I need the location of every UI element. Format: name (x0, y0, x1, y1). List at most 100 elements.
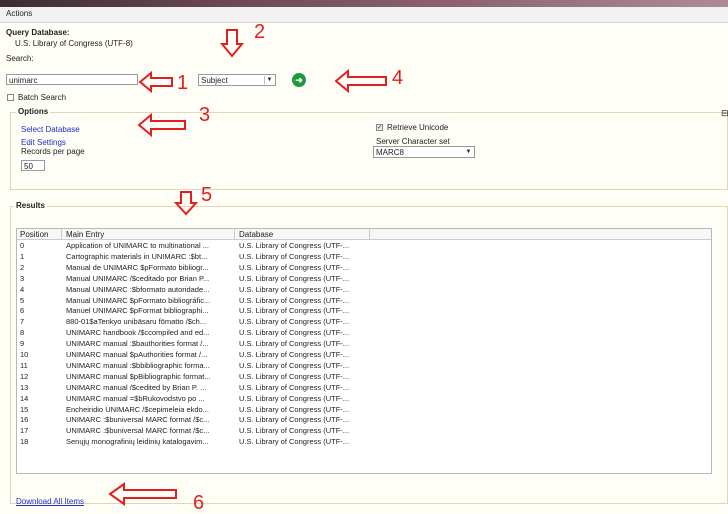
table-row[interactable]: 12 UNIMARC manual $pBibliographic format.… (17, 372, 711, 382)
table-row[interactable]: 7 880-01$aTenkyo unibāsaru fōmatto /$ch..… (17, 317, 711, 327)
cell-database: U.S. Library of Congress (UTF-... (239, 393, 350, 403)
cell-database: U.S. Library of Congress (UTF-... (239, 295, 350, 305)
search-field-select[interactable]: Subject ▼ (198, 74, 276, 86)
records-per-page-label: Records per page (21, 147, 85, 156)
cell-database: U.S. Library of Congress (UTF-... (239, 415, 350, 425)
cell-main-entry: Application of UNIMARC to multinational … (66, 241, 209, 250)
table-row[interactable]: 5 Manual UNIMARC $pFormato bibliográfic..… (17, 296, 711, 306)
cell-position: 14 (20, 393, 29, 403)
cell-database: U.S. Library of Congress (UTF-... (239, 339, 350, 349)
results-table: Position Main Entry Database 0 Applicatio… (16, 228, 712, 474)
batch-search-label: Batch Search (18, 93, 67, 102)
table-row[interactable]: 1 Cartographic materials in UNIMARC :$bt.… (17, 252, 711, 262)
retrieve-unicode-checkbox[interactable]: ✓ (376, 124, 383, 131)
cell-main-entry: Manual de UNIMARC $pFormato bibliogr... (66, 262, 209, 272)
cell-position: 3 (20, 273, 25, 283)
cell-position: 1 (20, 251, 25, 261)
column-divider[interactable] (61, 229, 62, 239)
column-main-entry[interactable]: Main Entry (66, 230, 104, 239)
table-row[interactable]: 0 Application of UNIMARC to multinational… (17, 241, 711, 251)
annotation-number-3: 3 (199, 104, 211, 126)
collapse-icon[interactable]: ⊟ (721, 108, 728, 119)
table-row[interactable]: 2 Manual de UNIMARC $pFormato bibliogr...… (17, 263, 711, 273)
select-database-link[interactable]: Select Database (21, 125, 80, 134)
annotation-arrow-down-2 (220, 29, 244, 58)
column-database[interactable]: Database (239, 230, 273, 239)
retrieve-unicode-label: Retrieve Unicode (387, 123, 449, 132)
edit-settings-link[interactable]: Edit Settings (21, 138, 66, 147)
table-row[interactable]: 18 Senųjų monografinių leidinių katalogav… (17, 437, 711, 447)
table-row[interactable]: 15 Encheiridio UNIMARC /$cepimeleia ekdo.… (17, 405, 711, 415)
menu-actions[interactable]: Actions (6, 9, 32, 18)
table-row[interactable]: 3 Manual UNIMARC /$ceditado por Brian P..… (17, 274, 711, 284)
batch-search-checkbox[interactable] (7, 94, 14, 101)
cell-position: 5 (20, 295, 25, 305)
cell-main-entry: UNIMARC :$buniversal MARC format /$c... (66, 415, 210, 425)
cell-database: U.S. Library of Congress (UTF-... (239, 437, 350, 447)
table-row[interactable]: 8 UNIMARC handbook /$ccompiled and ed... U… (17, 328, 711, 338)
cell-main-entry: UNIMARC manual :$bauthorities format /..… (66, 339, 209, 349)
cell-main-entry: Senųjų monografinių leidinių katalogavim… (66, 437, 209, 447)
options-fieldset (10, 112, 728, 190)
cell-main-entry: Manual UNIMARC :$bformato autoridade... (66, 284, 210, 294)
cell-database: U.S. Library of Congress (UTF-... (239, 404, 350, 414)
cell-main-entry: UNIMARC manual $pAuthorities format /... (66, 350, 208, 359)
records-per-page-input[interactable]: 50 (21, 160, 45, 171)
cell-database: U.S. Library of Congress (UTF-... (239, 350, 350, 359)
annotation-number-4: 4 (392, 67, 404, 89)
table-row[interactable]: 4 Manual UNIMARC :$bformato autoridade...… (17, 285, 711, 295)
cell-main-entry: UNIMARC :$buniversal MARC format /$c... (66, 426, 210, 436)
cell-position: 15 (20, 404, 29, 414)
results-header: Position Main Entry Database (17, 229, 711, 240)
cell-position: 6 (20, 306, 25, 316)
cell-position: 10 (20, 350, 29, 359)
cell-main-entry: UNIMARC manual :$bbibliographic forma... (66, 360, 210, 370)
column-divider[interactable] (234, 229, 235, 239)
table-row[interactable]: 6 Manuel UNIMARC $pFormat bibliographi...… (17, 306, 711, 316)
cell-position: 2 (20, 262, 25, 272)
cell-position: 9 (20, 339, 25, 349)
cell-position: 12 (20, 371, 29, 381)
search-input[interactable]: unimarc (6, 74, 138, 85)
annotation-number-2: 2 (254, 21, 266, 43)
annotation-arrow-down-5 (174, 191, 198, 216)
cell-main-entry: 880-01$aTenkyo unibāsaru fōmatto /$ch... (66, 317, 207, 327)
table-row[interactable]: 10 UNIMARC manual $pAuthorities format /.… (17, 350, 711, 360)
download-all-link[interactable]: Download All Items (16, 497, 84, 506)
cell-main-entry: Manual UNIMARC /$ceditado por Brian P... (66, 273, 210, 283)
table-row[interactable]: 16 UNIMARC :$buniversal MARC format /$c..… (17, 415, 711, 425)
query-database-value: U.S. Library of Congress (UTF-8) (15, 39, 133, 48)
charset-value: MARC8 (376, 148, 405, 157)
menu-bar: Actions (0, 7, 728, 23)
chevron-down-icon[interactable]: ▼ (264, 76, 274, 84)
table-row[interactable]: 11 UNIMARC manual :$bbibliographic forma.… (17, 361, 711, 371)
cell-position: 13 (20, 382, 29, 392)
cell-database: U.S. Library of Congress (UTF-... (239, 284, 350, 294)
annotation-number-6: 6 (193, 492, 205, 514)
search-label: Search: (6, 54, 34, 63)
charset-select[interactable]: MARC8 ▼ (373, 146, 475, 158)
annotation-number-1: 1 (177, 72, 189, 94)
cell-main-entry: Manual UNIMARC $pFormato bibliográfic... (66, 295, 211, 305)
cell-position: 8 (20, 328, 25, 338)
chevron-down-icon[interactable]: ▼ (464, 148, 473, 156)
cell-position: 4 (20, 284, 25, 294)
annotation-arrow-left-4 (334, 69, 387, 93)
cell-database: U.S. Library of Congress (UTF-... (239, 382, 350, 392)
go-button[interactable]: ➜ (292, 73, 306, 87)
table-row[interactable]: 17 UNIMARC :$buniversal MARC format /$c..… (17, 426, 711, 436)
table-row[interactable]: 14 UNIMARC manual =$bRukovodstvo po ... U.… (17, 394, 711, 404)
charset-label: Server Character set (376, 137, 450, 146)
column-divider[interactable] (369, 229, 370, 239)
query-database-label: Query Database: (6, 28, 70, 37)
cell-position: 11 (20, 360, 28, 370)
cell-database: U.S. Library of Congress (UTF-... (239, 317, 350, 327)
table-row[interactable]: 13 UNIMARC manual /$cedited by Brian P. .… (17, 383, 711, 393)
column-position[interactable]: Position (20, 230, 48, 239)
cell-database: U.S. Library of Congress (UTF-... (239, 273, 350, 283)
cell-main-entry: Cartographic materials in UNIMARC :$bt..… (66, 251, 208, 261)
cell-main-entry: UNIMARC manual $pBibliographic format... (66, 371, 211, 381)
cell-database: U.S. Library of Congress (UTF-... (239, 251, 350, 261)
cell-database: U.S. Library of Congress (UTF-... (239, 360, 350, 370)
table-row[interactable]: 9 UNIMARC manual :$bauthorities format /.… (17, 339, 711, 349)
